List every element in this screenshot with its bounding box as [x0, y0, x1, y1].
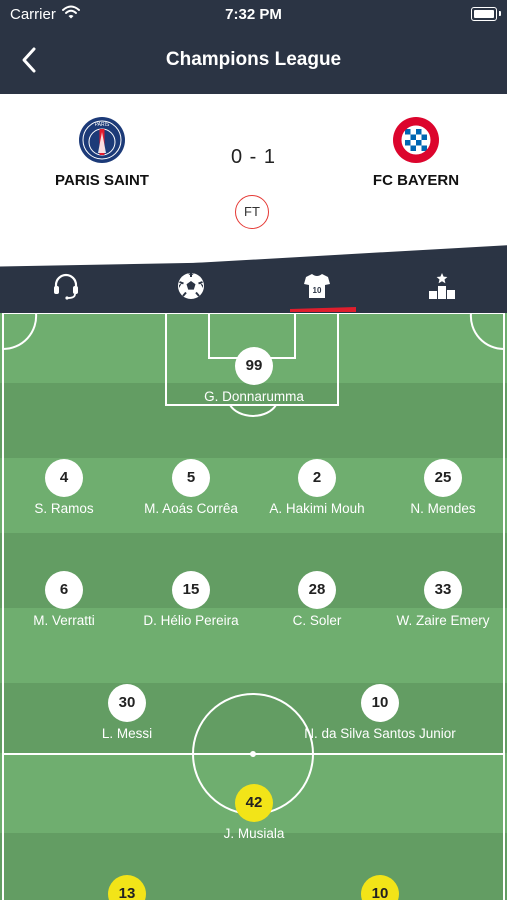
player-number: 6 — [45, 571, 83, 609]
headset-icon — [54, 273, 78, 300]
player-name: N. da Silva Santos Junior — [304, 726, 456, 741]
player-number: 30 — [108, 684, 146, 722]
nav-bar: Champions League — [0, 28, 507, 94]
player-marker[interactable]: 30 L. Messi — [47, 684, 207, 741]
player-marker[interactable]: 33 W. Zaire Emery — [363, 571, 507, 628]
clock: 7:32 PM — [225, 6, 282, 23]
away-team[interactable]: FC BAYERN — [336, 116, 496, 189]
battery-icon — [471, 7, 497, 21]
svg-text:10: 10 — [313, 286, 322, 295]
status-bar: Carrier 7:32 PM — [0, 0, 507, 28]
match-score-card: PARIS PARIS SAINT 0 - 1 FT FC BAYERN — [0, 94, 507, 274]
tab-commentary[interactable] — [46, 271, 86, 307]
player-marker[interactable]: 10 — [300, 875, 460, 900]
tab-events[interactable] — [171, 271, 211, 307]
soccer-ball-icon — [178, 273, 204, 299]
jersey-icon: 10 — [304, 274, 330, 298]
bayern-crest-icon — [393, 117, 439, 163]
player-marker[interactable]: 10 N. da Silva Santos Junior — [300, 684, 460, 741]
player-number: 5 — [172, 459, 210, 497]
player-marker[interactable]: 42 J. Musiala — [174, 784, 334, 841]
player-name: J. Musiala — [223, 826, 285, 841]
battery-tip — [499, 11, 501, 16]
player-name: L. Messi — [101, 726, 153, 741]
page-title: Champions League — [165, 49, 342, 70]
player-name: W. Zaire Emery — [396, 613, 490, 628]
away-team-name: FC BAYERN — [372, 172, 460, 189]
player-number: 25 — [424, 459, 462, 497]
player-name: G. Donnarumma — [204, 389, 304, 404]
player-number: 13 — [108, 875, 146, 900]
pitch: 99 G. Donnarumma 4 S. Ramos 5 M. Aoás Co… — [0, 313, 507, 900]
player-name: N. Mendes — [410, 501, 476, 516]
match-status-badge: FT — [235, 195, 269, 229]
player-marker[interactable]: 25 N. Mendes — [363, 459, 507, 516]
player-number: 4 — [45, 459, 83, 497]
svg-text:PARIS: PARIS — [95, 122, 110, 128]
tab-standings[interactable] — [422, 271, 462, 307]
player-marker[interactable]: 99 G. Donnarumma — [174, 347, 334, 404]
player-number: 10 — [361, 875, 399, 900]
tab-lineups[interactable]: 10 — [297, 271, 337, 307]
player-number: 33 — [424, 571, 462, 609]
podium-icon — [429, 273, 455, 299]
player-number: 28 — [298, 571, 336, 609]
player-number: 99 — [235, 347, 273, 385]
player-marker[interactable]: 13 — [47, 875, 207, 900]
player-number: 42 — [235, 784, 273, 822]
player-number: 2 — [298, 459, 336, 497]
match-tab-bar: 10 — [0, 257, 507, 313]
player-number: 15 — [172, 571, 210, 609]
home-team-name: PARIS SAINT — [55, 172, 149, 189]
player-number: 10 — [361, 684, 399, 722]
